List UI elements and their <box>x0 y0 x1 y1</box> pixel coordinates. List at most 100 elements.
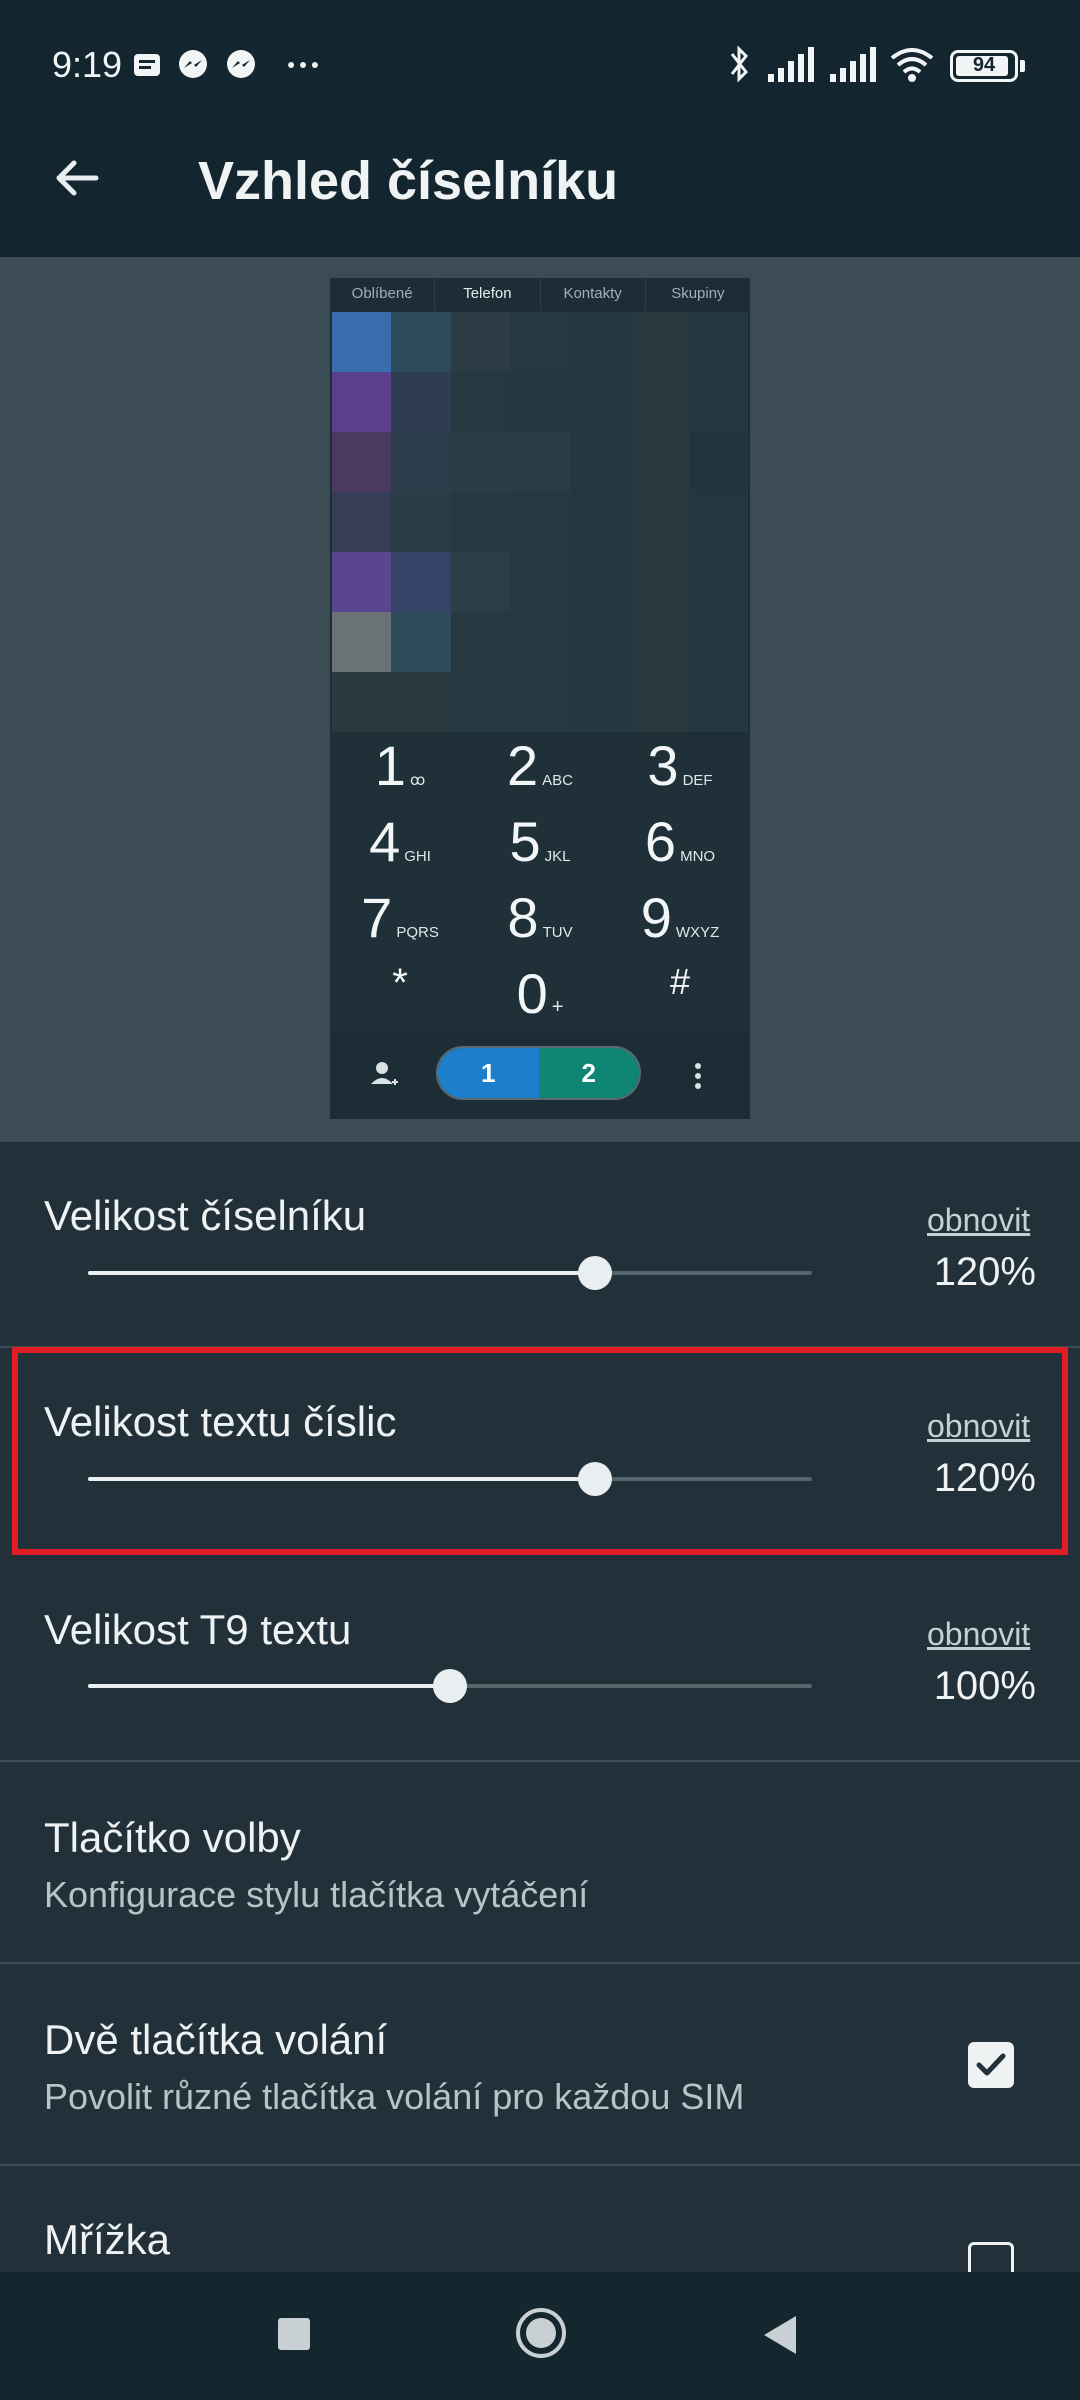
preview-key-7: 7 PQRS <box>361 886 439 949</box>
preview-call-sim2: 2 <box>538 1048 639 1098</box>
t9-text-size-slider[interactable] <box>88 1669 812 1703</box>
preview-contact-cell <box>332 432 392 492</box>
t9-text-size-title: Velikost T9 textu <box>44 1606 352 1653</box>
dial-size-slider[interactable] <box>88 1256 812 1290</box>
preview-contact-cell <box>450 492 511 552</box>
preview-contact-cell <box>629 612 689 672</box>
preview-key-1: 1ꝏ <box>374 734 426 797</box>
preview-contact-cell <box>629 312 689 372</box>
preview-call-buttons: 1 2 <box>436 1046 641 1100</box>
checkmark-icon <box>976 2053 1006 2076</box>
arrow-back-icon[interactable] <box>52 153 102 203</box>
battery-nub <box>1020 60 1025 72</box>
preview-contact-cell <box>332 372 392 432</box>
dial-size-slider-fill <box>88 1271 595 1275</box>
highlight-box <box>12 1347 1068 1555</box>
preview-contact-cell <box>510 312 570 372</box>
preview-contact-cell <box>450 612 511 672</box>
dial-size-title: Velikost číselníku <box>44 1192 367 1239</box>
signal-icon <box>830 47 876 82</box>
preview-contact-cell <box>510 432 570 492</box>
t9-text-size-slider-fill <box>88 1684 450 1688</box>
preview-contact-cell <box>450 432 511 492</box>
dial-size-reset-link[interactable]: obnovit <box>927 1202 1030 1239</box>
more-vert-icon <box>695 1063 701 1089</box>
preview-contact-cell <box>629 672 689 732</box>
two-call-buttons-checkbox[interactable] <box>968 2042 1014 2088</box>
preview-contact-cell <box>450 672 511 732</box>
preview-key-9: 9 WXYZ <box>640 886 720 949</box>
preview-contact-cell <box>510 552 570 612</box>
preview-contact-cell <box>629 552 689 612</box>
preview-contact-cell <box>391 672 451 732</box>
preview-contact-cell <box>569 492 630 552</box>
page-title: Vzhled číselníku <box>198 151 619 211</box>
preview-contact-cell <box>688 492 748 552</box>
preview-key-0: 0 + <box>516 962 564 1025</box>
preview-contact-cell <box>569 612 630 672</box>
setting-call-button[interactable] <box>0 1760 1080 1964</box>
preview-key-8: 8 TUV <box>507 886 573 949</box>
preview-contact-cell <box>510 372 570 432</box>
messenger-icon <box>227 50 255 78</box>
preview-key-star: * <box>392 961 408 1005</box>
bluetooth-icon <box>730 45 748 83</box>
preview-contact-cell <box>332 492 392 552</box>
two-call-buttons-title: Dvě tlačítka volání <box>44 2016 388 2063</box>
preview-contact-cell <box>569 432 630 492</box>
recents-square-icon[interactable] <box>276 2312 312 2358</box>
preview-contact-cell <box>391 552 451 612</box>
preview-contact-cell <box>569 552 630 612</box>
preview-tab-favorites: Oblíbené <box>330 278 436 310</box>
battery-icon: 94 <box>950 50 1018 82</box>
preview-contact-cell <box>688 372 748 432</box>
battery-level: 94 <box>972 54 996 76</box>
messenger-icon <box>179 50 207 78</box>
preview-contact-cell <box>391 312 451 372</box>
preview-contact-cell <box>569 312 630 372</box>
add-contact-icon <box>371 1062 398 1085</box>
signal-icon <box>768 47 814 82</box>
preview-contact-cell <box>629 372 689 432</box>
preview-contact-grid <box>332 312 748 732</box>
preview-contact-cell <box>510 492 570 552</box>
status-time: 9:19 <box>52 44 123 85</box>
call-button-subtitle: Konfigurace stylu tlačítka vytáčení <box>44 1874 589 1915</box>
preview-contact-cell <box>510 612 570 672</box>
preview-tab-groups: Skupiny <box>671 285 725 302</box>
preview-contact-cell <box>450 552 511 612</box>
preview-tabs: Oblíbené Telefon Kontakty Skupiny <box>330 278 750 310</box>
setting-two-call-buttons[interactable] <box>0 1962 1080 2166</box>
preview-contact-cell <box>391 372 451 432</box>
dial-size-value: 120% <box>933 1250 1036 1294</box>
setting-dial-size <box>0 1140 1080 1348</box>
preview-key-6: 6 MNO <box>644 810 716 873</box>
preview-tab-phone: Telefon <box>435 278 541 310</box>
preview-contact-cell <box>688 312 748 372</box>
preview-call-sim1: 1 <box>438 1048 539 1098</box>
preview-contact-cell <box>391 492 451 552</box>
preview-key-5: 5 JKL <box>509 810 571 873</box>
preview-contact-cell <box>332 312 392 372</box>
preview-contact-cell <box>510 672 570 732</box>
t9-text-size-reset-link[interactable]: obnovit <box>927 1616 1030 1653</box>
preview-key-hash: # <box>669 961 691 1002</box>
preview-contact-cell <box>391 432 451 492</box>
home-circle-icon[interactable] <box>514 2306 568 2360</box>
more-dots-icon <box>288 62 318 68</box>
call-button-title: Tlačítko volby <box>44 1814 301 1861</box>
preview-contact-cell <box>688 672 748 732</box>
preview-contact-cell <box>391 612 451 672</box>
back-triangle-icon[interactable] <box>760 2312 800 2358</box>
preview-key-4: 4 GHI <box>369 810 431 873</box>
t9-text-size-slider-thumb[interactable] <box>433 1669 467 1703</box>
preview-contact-cell <box>569 672 630 732</box>
grid-title: Mřížka <box>44 2216 170 2263</box>
preview-keypad: 1ꝏ 2 ABC 3 DEF 4 GHI 5 JKL 6 MNO 7 PQRS 8 TUV 9… <box>330 733 750 1033</box>
preview-contact-cell <box>629 492 689 552</box>
setting-t9-text-size <box>0 1552 1080 1758</box>
t9-text-size-value: 100% <box>933 1664 1036 1708</box>
preview-contact-cell <box>688 552 748 612</box>
preview-contact-cell <box>332 612 392 672</box>
dial-size-slider-thumb[interactable] <box>577 1256 612 1290</box>
